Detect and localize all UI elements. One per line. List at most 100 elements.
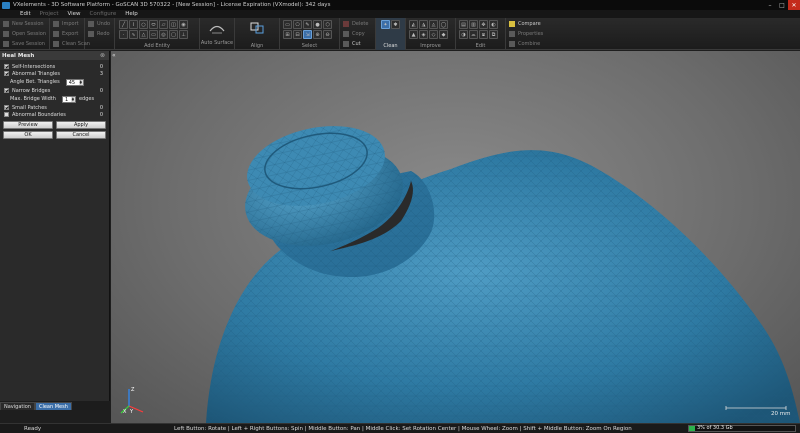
preview-button[interactable]: Preview <box>3 121 53 129</box>
selection-actions-group: Delete Copy Cut <box>340 18 376 50</box>
narrow-bridges-option[interactable]: Narrow Bridges 0 <box>0 87 109 94</box>
remesh-icon[interactable]: ◇ <box>429 30 438 39</box>
apply-button[interactable]: Apply <box>56 121 106 129</box>
tab-navigation[interactable]: Navigation <box>0 402 35 410</box>
add-entity-group-label: Add Entity <box>144 43 170 49</box>
align-label: Align <box>250 43 264 49</box>
small-patches-option[interactable]: Small Patches 0 <box>0 104 109 111</box>
freeform-select-icon[interactable]: ✎ <box>303 20 312 29</box>
3d-viewport[interactable]: « X Y Z 20 mm <box>111 51 800 423</box>
cut-button[interactable]: Cut <box>343 39 361 48</box>
cylinder-tool-icon[interactable]: ◫ <box>169 20 178 29</box>
delete-button[interactable]: Delete <box>343 19 368 28</box>
copy-button[interactable]: Copy <box>343 29 365 38</box>
maximize-button[interactable]: □ <box>776 0 788 10</box>
auto-surface-button[interactable] <box>209 21 225 35</box>
bridge-spin-arrows-icon[interactable]: ▲ ▼ <box>70 96 75 102</box>
small-patches-checkbox[interactable] <box>4 105 9 110</box>
cut-label: Cut <box>352 40 361 47</box>
spin-arrows-icon[interactable]: ▲ ▼ <box>78 79 83 85</box>
compare-button[interactable]: Compare <box>509 19 541 28</box>
cut-plane-icon[interactable]: ▤ <box>459 20 468 29</box>
select-through-icon[interactable]: ⇲ <box>303 30 312 39</box>
abnormal-triangles-option[interactable]: Abnormal Triangles 3 <box>0 70 109 77</box>
circle-tool-icon[interactable]: ○ <box>139 20 148 29</box>
slot-tool-icon[interactable]: ⬭ <box>149 20 158 29</box>
offset-icon[interactable]: ⧈ <box>479 30 488 39</box>
decimate-icon[interactable]: ◭ <box>409 20 418 29</box>
abnormal-boundaries-checkbox[interactable] <box>4 112 9 117</box>
bridge-width-unit: edges <box>78 96 95 102</box>
properties-button[interactable]: Properties <box>509 29 543 38</box>
move-icon[interactable]: ✥ <box>479 20 488 29</box>
extrude-icon[interactable]: ▥ <box>469 20 478 29</box>
invert-select-icon[interactable]: ⊟ <box>293 30 302 39</box>
abnormal-boundaries-option[interactable]: Abnormal Boundaries 0 <box>0 111 109 118</box>
ok-button[interactable]: OK <box>3 131 53 139</box>
bridge-width-spinbox[interactable]: 1 ▲ ▼ <box>61 95 76 103</box>
grow-select-icon[interactable]: ⊕ <box>313 30 322 39</box>
cone-tool-icon[interactable]: △ <box>139 30 148 39</box>
menu-help[interactable]: Help <box>125 11 138 17</box>
line-tool-icon[interactable]: ╱ <box>119 20 128 29</box>
polygon-select-icon[interactable]: ⬠ <box>293 20 302 29</box>
narrow-bridges-checkbox[interactable] <box>4 88 9 93</box>
bridge-icon[interactable]: ⌓ <box>469 30 478 39</box>
mirror-icon[interactable]: ◐ <box>489 20 498 29</box>
combine-button[interactable]: Combine <box>509 39 540 48</box>
open-session-label: Open Session <box>12 30 47 37</box>
curve-tool-icon[interactable]: ∿ <box>129 30 138 39</box>
optimize-icon[interactable]: ◈ <box>419 30 428 39</box>
wrench-icon[interactable]: ✱ <box>391 20 400 29</box>
abnormal-triangles-checkbox[interactable] <box>4 71 9 76</box>
select-all-icon[interactable]: ⊞ <box>283 30 292 39</box>
export-button[interactable]: Export <box>53 29 78 38</box>
angle-spinbox[interactable]: 45 ▲ ▼ <box>65 78 84 86</box>
sphere-tool-icon[interactable]: ◉ <box>179 20 188 29</box>
panel-close-icon[interactable]: ⊗ <box>100 52 105 59</box>
smooth-icon[interactable]: ◮ <box>419 20 428 29</box>
polyline-tool-icon[interactable]: ⌇ <box>129 20 138 29</box>
close-button[interactable]: ✕ <box>788 0 800 10</box>
cancel-button[interactable]: Cancel <box>56 131 106 139</box>
coordinate-system-tool-icon[interactable]: ⊥ <box>179 30 188 39</box>
refine-icon[interactable]: ◬ <box>429 20 438 29</box>
open-session-button[interactable]: Open Session <box>3 29 46 38</box>
undo-button[interactable]: Undo <box>88 19 110 28</box>
self-intersections-option[interactable]: Self-Intersections 0 <box>0 63 109 70</box>
new-session-icon <box>3 20 9 27</box>
minimize-button[interactable]: – <box>764 0 776 10</box>
merge-icon[interactable]: ⧉ <box>489 30 498 39</box>
save-session-button[interactable]: Save Session <box>3 39 45 48</box>
redo-button[interactable]: Redo <box>88 29 110 38</box>
brush-select-icon[interactable]: ● <box>313 20 322 29</box>
box-tool-icon[interactable]: ▢ <box>169 30 178 39</box>
properties-icon <box>509 30 515 37</box>
menu-view[interactable]: View <box>67 11 80 17</box>
remove-spikes-icon[interactable]: ▲ <box>409 30 418 39</box>
plane-tool-icon[interactable]: ▱ <box>159 20 168 29</box>
rectangle-select-icon[interactable]: ▭ <box>283 20 292 29</box>
tab-clean-mesh[interactable]: Clean Mesh <box>34 402 72 410</box>
sharpen-icon[interactable]: ◆ <box>439 30 448 39</box>
menu-configure[interactable]: Configure <box>90 11 117 17</box>
heal-mesh-icon[interactable]: ✦ <box>381 20 390 29</box>
shrink-select-icon[interactable]: ⊖ <box>323 30 332 39</box>
add-entity-group: ╱ ⌇ ○ ⬭ ▱ ◫ ◉ · ∿ △ ▭ ◎ ▢ ⊥ Add Entity <box>115 18 200 50</box>
import-button[interactable]: Import <box>53 19 79 28</box>
menu-edit[interactable]: Edit <box>20 11 31 17</box>
rectangle-tool-icon[interactable]: ▭ <box>149 30 158 39</box>
auto-surface-icon <box>209 25 225 34</box>
bridge-width-label: Max. Bridge Width <box>10 96 56 102</box>
fill-holes-icon[interactable]: ◯ <box>439 20 448 29</box>
point-tool-icon[interactable]: · <box>119 30 128 39</box>
torus-tool-icon[interactable]: ◎ <box>159 30 168 39</box>
surface-select-icon[interactable]: ⬡ <box>323 20 332 29</box>
status-ready: Ready <box>24 425 42 432</box>
boundary-icon[interactable]: ◑ <box>459 30 468 39</box>
align-button[interactable] <box>249 21 265 35</box>
self-intersections-checkbox[interactable] <box>4 64 9 69</box>
mouse-hints: Left Button: Rotate | Left + Right Butto… <box>174 425 632 432</box>
menu-project[interactable]: Project <box>40 11 59 17</box>
new-session-button[interactable]: New Session <box>3 19 44 28</box>
